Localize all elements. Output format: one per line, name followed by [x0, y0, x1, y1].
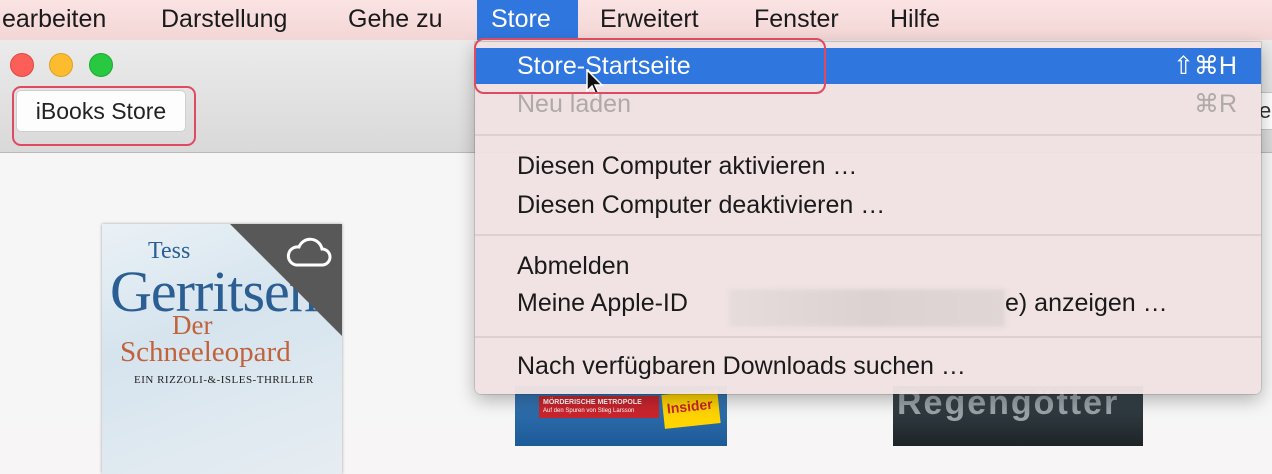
book-cover-schneeleopard[interactable]: Tess Gerritsen Der Schneeleopard EIN RIZ…	[102, 224, 342, 474]
minimize-window-button[interactable]	[49, 53, 73, 77]
icloud-icon	[286, 237, 332, 267]
menu-separator	[475, 234, 1261, 236]
menu-bearbeiten[interactable]: earbeiten	[0, 0, 120, 40]
menu-erweitert[interactable]: Erweitert	[586, 0, 713, 40]
close-window-button[interactable]	[10, 53, 34, 77]
annotation-highlight-store-button	[12, 86, 196, 146]
menu-item-label: Nach verfügbaren Downloads suchen …	[517, 352, 966, 380]
book-subtitle: EIN RIZZOLI-&-ISLES-THRILLER	[134, 374, 314, 386]
menu-item-label: Diesen Computer deaktivieren …	[517, 191, 886, 219]
menu-separator	[475, 336, 1261, 338]
redacted-apple-id	[729, 289, 1005, 327]
insider-badge: Insider	[661, 389, 721, 429]
menu-gehe-zu[interactable]: Gehe zu	[334, 0, 457, 40]
menu-bar: earbeiten Darstellung Gehe zu Store Erwe…	[0, 0, 1272, 41]
store-dropdown-menu: Store-Startseite ⇧⌘H Neu laden ⌘R Diesen…	[475, 42, 1261, 394]
menu-store[interactable]: Store	[477, 0, 578, 40]
annotation-highlight-store-startseite	[474, 38, 826, 94]
shortcut-label: ⇧⌘H	[1172, 52, 1237, 80]
menu-item-label: Abmelden	[517, 252, 630, 280]
menu-hilfe[interactable]: Hilfe	[876, 0, 954, 40]
insider-badge-label: Insider	[665, 395, 714, 417]
menu-item-computer-deaktivieren[interactable]: Diesen Computer deaktivieren …	[475, 187, 1261, 223]
menu-item-downloads-suchen[interactable]: Nach verfügbaren Downloads suchen …	[475, 348, 1261, 384]
menu-fenster[interactable]: Fenster	[740, 0, 853, 40]
zoom-window-button[interactable]	[89, 53, 113, 77]
book-cover-regengoetter[interactable]: Regengötter	[893, 386, 1143, 446]
shortcut-label: ⌘R	[1193, 90, 1237, 118]
book-title-line2: Schneeleopard	[120, 336, 291, 368]
menu-separator	[475, 134, 1261, 136]
menu-item-label: Diesen Computer aktivieren …	[517, 152, 858, 180]
menu-item-abmelden[interactable]: Abmelden	[475, 248, 1261, 284]
menu-item-computer-aktivieren[interactable]: Diesen Computer aktivieren …	[475, 148, 1261, 184]
menu-item-apple-id-anzeigen[interactable]: Meine Apple-ID e) anzeigen …	[475, 285, 1261, 327]
book2-line2: Auf den Spuren von Stieg Larsson	[543, 408, 635, 414]
menu-darstellung[interactable]: Darstellung	[147, 0, 301, 40]
menu-item-label: Meine Apple-ID	[517, 289, 688, 317]
book-cover-stockholm[interactable]: MÖRDERISCHE METROPOLE Auf den Spuren von…	[515, 386, 727, 446]
book2-line1: MÖRDERISCHE METROPOLE	[543, 399, 642, 406]
menu-item-suffix: e) anzeigen …	[1005, 289, 1168, 317]
